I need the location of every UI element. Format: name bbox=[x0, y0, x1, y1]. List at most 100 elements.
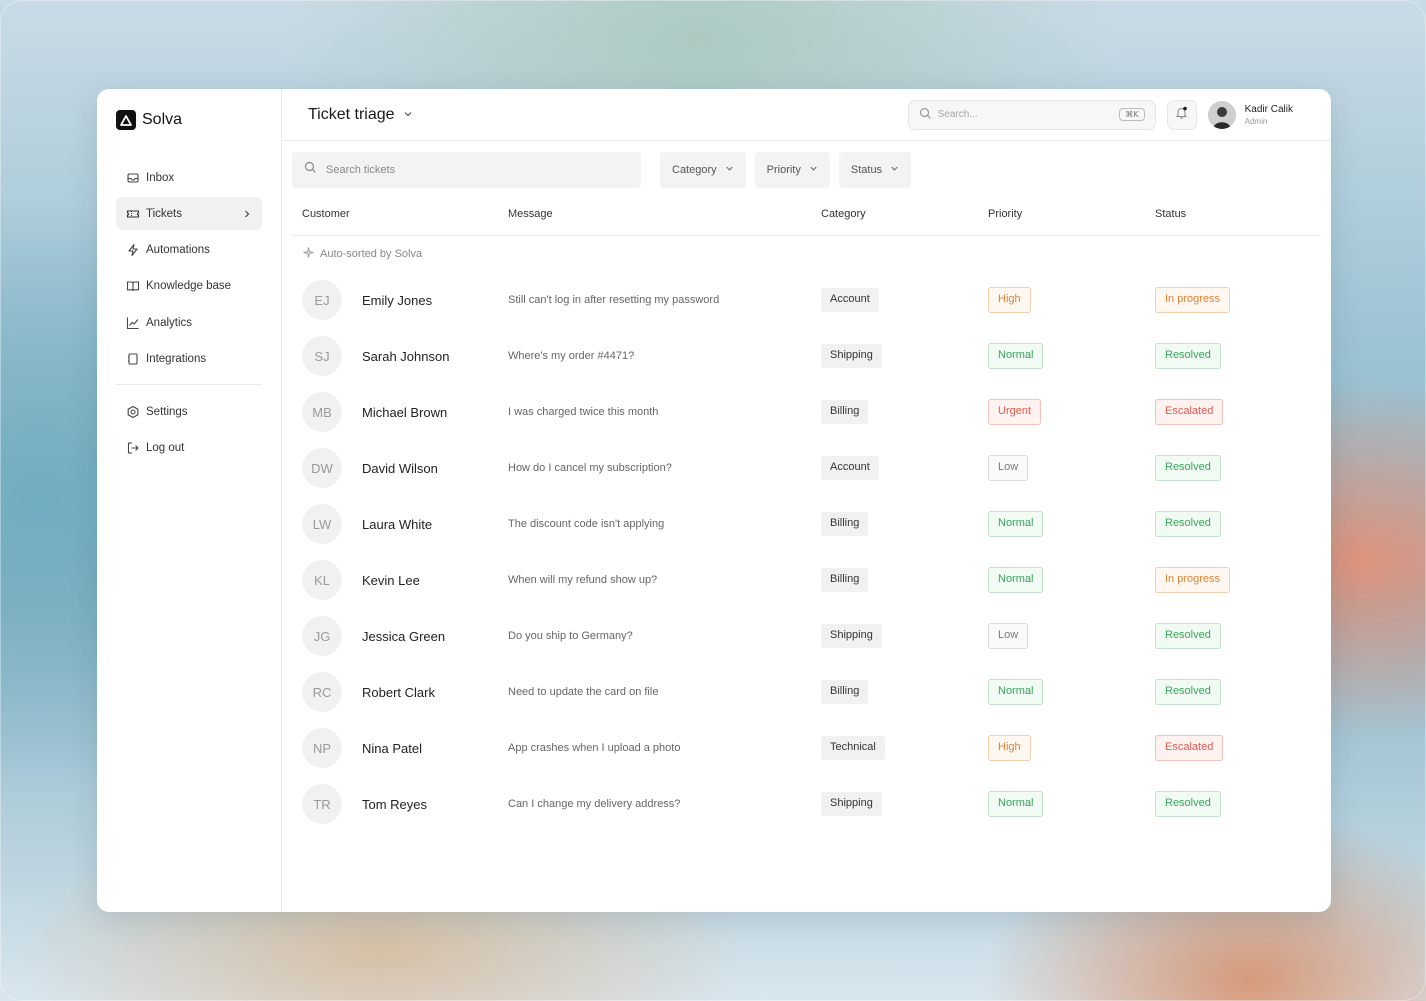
sidebar-item-analytics[interactable]: Analytics bbox=[116, 306, 262, 339]
table-row[interactable]: DW David Wilson How do I cancel my subscri… bbox=[292, 440, 1321, 496]
column-header-customer[interactable]: Customer bbox=[292, 208, 508, 220]
priority-cell: Normal bbox=[988, 511, 1155, 537]
table-row[interactable]: MB Michael Brown I was charged twice this … bbox=[292, 384, 1321, 440]
priority-cell: Low bbox=[988, 455, 1155, 481]
chevron-down-icon bbox=[403, 106, 413, 124]
customer-cell: EJ Emily Jones bbox=[292, 280, 508, 320]
customer-name: Nina Patel bbox=[362, 740, 422, 756]
status-cell: Escalated bbox=[1155, 735, 1321, 761]
table-row[interactable]: KL Kevin Lee When will my refund show up? B… bbox=[292, 552, 1321, 608]
category-cell: Billing bbox=[821, 680, 988, 704]
customer-name: Jessica Green bbox=[362, 628, 446, 644]
priority-filter-label: Priority bbox=[766, 164, 801, 176]
priority-cell: Normal bbox=[988, 791, 1155, 817]
ticket-search-input[interactable] bbox=[326, 164, 629, 176]
customer-name: Tom Reyes bbox=[362, 796, 428, 812]
table-row[interactable]: TR Tom Reyes Can I change my delivery addr… bbox=[292, 776, 1321, 832]
category-cell: Account bbox=[821, 288, 988, 312]
sidebar-item-label: Log out bbox=[146, 442, 185, 455]
category-filter-button[interactable]: Category bbox=[660, 152, 746, 188]
ticket-message: Need to update the card on file bbox=[508, 686, 659, 698]
sidebar-nav: Inbox Tickets Automations Knowledge base Ana… bbox=[116, 161, 262, 375]
priority-cell: High bbox=[988, 735, 1155, 761]
priority-badge: Urgent bbox=[988, 399, 1042, 425]
global-search-input[interactable] bbox=[937, 109, 1114, 120]
customer-cell: RC Robert Clark bbox=[292, 672, 508, 712]
status-badge: In progress bbox=[1155, 567, 1231, 593]
table-row[interactable]: EJ Emily Jones Still can't log in after re… bbox=[292, 272, 1321, 328]
sidebar-item-label: Automations bbox=[146, 244, 210, 257]
column-header-priority[interactable]: Priority bbox=[988, 208, 1155, 220]
column-header-message[interactable]: Message bbox=[508, 208, 821, 220]
message-cell: Where's my order #4471? bbox=[508, 350, 821, 362]
table-header: Customer Message Category Priority Statu… bbox=[292, 188, 1321, 236]
customer-cell: JG Jessica Green bbox=[292, 616, 508, 656]
category-badge: Shipping bbox=[821, 344, 882, 368]
ticket-search[interactable] bbox=[292, 152, 641, 188]
sidebar-item-tickets[interactable]: Tickets bbox=[116, 197, 262, 231]
priority-badge: Normal bbox=[988, 791, 1044, 817]
priority-cell: Normal bbox=[988, 679, 1155, 705]
avatar: SJ bbox=[302, 336, 342, 376]
customer-name: Kevin Lee bbox=[362, 572, 420, 588]
auto-sort-notice: Auto-sorted by Solva bbox=[292, 236, 1321, 272]
message-cell: Can I change my delivery address? bbox=[508, 798, 821, 810]
status-cell: Resolved bbox=[1155, 343, 1321, 369]
status-badge: Escalated bbox=[1155, 735, 1224, 761]
search-icon bbox=[304, 161, 317, 179]
page-title-dropdown[interactable]: Ticket triage bbox=[308, 106, 413, 124]
column-header-category[interactable]: Category bbox=[821, 208, 988, 220]
avatar: KL bbox=[302, 560, 342, 600]
table-row[interactable]: RC Robert Clark Need to update the card on… bbox=[292, 664, 1321, 720]
status-cell: Resolved bbox=[1155, 511, 1321, 537]
category-cell: Shipping bbox=[821, 624, 988, 648]
sidebar-item-label: Analytics bbox=[146, 316, 193, 329]
category-badge: Billing bbox=[821, 568, 869, 592]
table-row[interactable]: SJ Sarah Johnson Where's my order #4471? Sh… bbox=[292, 328, 1321, 384]
lightning-icon bbox=[126, 243, 140, 257]
status-cell: Resolved bbox=[1155, 623, 1321, 649]
ticket-message: The discount code isn't applying bbox=[508, 518, 665, 530]
priority-badge: Normal bbox=[988, 567, 1044, 593]
inbox-icon bbox=[126, 171, 140, 185]
table-row[interactable]: NP Nina Patel App crashes when I upload a … bbox=[292, 720, 1321, 776]
category-cell: Billing bbox=[821, 568, 988, 592]
sidebar-item-inbox[interactable]: Inbox bbox=[116, 161, 262, 194]
app-window: Solva Inbox Tickets Automations Knowledge b… bbox=[97, 89, 1331, 912]
category-cell: Shipping bbox=[821, 344, 988, 368]
message-cell: The discount code isn't applying bbox=[508, 518, 821, 530]
logout-icon bbox=[126, 441, 140, 455]
search-shortcut-badge: ⌘K bbox=[1119, 108, 1145, 121]
brand[interactable]: Solva bbox=[116, 109, 262, 131]
status-badge: Resolved bbox=[1155, 679, 1221, 705]
category-badge: Billing bbox=[821, 400, 869, 424]
brand-name: Solva bbox=[142, 111, 183, 128]
sidebar-item-automations[interactable]: Automations bbox=[116, 234, 262, 267]
sidebar-item-integrations[interactable]: Integrations bbox=[116, 342, 262, 375]
sidebar-item-logout[interactable]: Log out bbox=[116, 432, 262, 465]
category-badge: Shipping bbox=[821, 792, 882, 816]
table-row[interactable]: JG Jessica Green Do you ship to Germany? Sh… bbox=[292, 608, 1321, 664]
customer-cell: SJ Sarah Johnson bbox=[292, 336, 508, 376]
user-name: Kadir Calik bbox=[1244, 103, 1293, 115]
notifications-button[interactable] bbox=[1166, 99, 1197, 130]
priority-filter-button[interactable]: Priority bbox=[754, 152, 830, 188]
avatar: TR bbox=[302, 784, 342, 824]
user-menu[interactable]: Kadir Calik Admin bbox=[1207, 100, 1293, 129]
topbar: Ticket triage ⌘K bbox=[282, 89, 1331, 141]
ticket-message: How do I cancel my subscription? bbox=[508, 462, 672, 474]
status-filter-button[interactable]: Status bbox=[838, 152, 912, 188]
topbar-right: ⌘K Kadir Calik Admin bbox=[907, 99, 1305, 130]
sidebar-item-knowledge-base[interactable]: Knowledge base bbox=[116, 270, 262, 303]
ticket-message: Still can't log in after resetting my pa… bbox=[508, 294, 720, 306]
priority-badge: Low bbox=[988, 455, 1029, 481]
customer-cell: NP Nina Patel bbox=[292, 728, 508, 768]
table-row[interactable]: LW Laura White The discount code isn't app… bbox=[292, 496, 1321, 552]
user-avatar bbox=[1207, 100, 1236, 129]
sidebar-divider bbox=[116, 384, 262, 386]
ticket-message: Do you ship to Germany? bbox=[508, 630, 633, 642]
column-header-status[interactable]: Status bbox=[1155, 208, 1321, 220]
global-search[interactable]: ⌘K bbox=[907, 99, 1156, 130]
sidebar-item-settings[interactable]: Settings bbox=[116, 395, 262, 428]
chart-icon bbox=[126, 316, 140, 330]
